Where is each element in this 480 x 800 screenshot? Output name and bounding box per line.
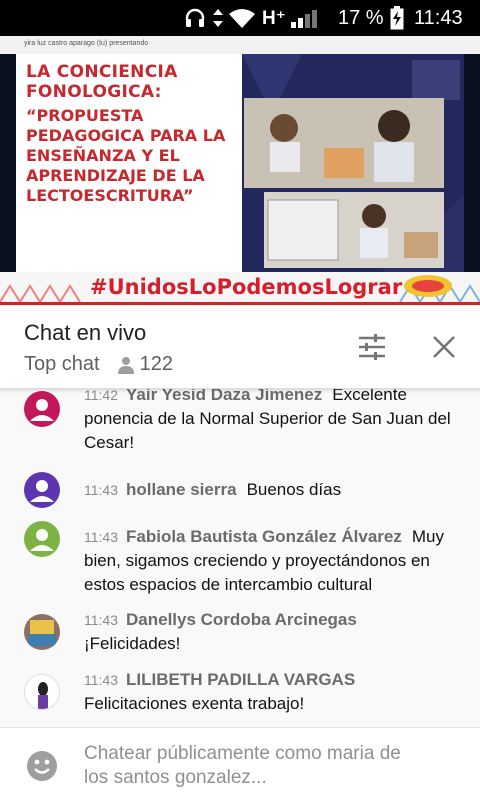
viewer-count: 122: [139, 353, 173, 375]
slide-title: LA CONCIENCIA FONOLOGICA:: [26, 62, 178, 102]
chat-mode-label[interactable]: Top chat: [24, 353, 100, 376]
message-time: 11:43: [84, 612, 118, 628]
headphones-icon: [184, 0, 206, 36]
person-icon: [117, 356, 134, 374]
message-author[interactable]: Yair Yesid Daza Jimenez: [126, 389, 322, 404]
avatar[interactable]: [24, 472, 60, 508]
avatar[interactable]: [24, 674, 60, 710]
message-text: Felicitaciones exenta trabajo!: [84, 694, 305, 713]
chat-message-list[interactable]: 11:42 Yair Yesid Daza Jimenez Excelente po…: [0, 389, 480, 727]
signal-icon: [290, 0, 324, 36]
message-time: 11:43: [84, 529, 118, 545]
chat-message: 11:43 Danellys Cordoba Arcinegas ¡Felicida…: [0, 603, 480, 663]
chat-message: 11:42 Yair Yesid Daza Jimenez Excelente po…: [0, 389, 480, 471]
video-player[interactable]: yira luz castro aparago (tu) presentando…: [0, 36, 480, 302]
message-author[interactable]: Fabiola Bautista González Álvarez: [126, 527, 402, 546]
clock: 11:43: [414, 6, 463, 29]
chat-header: Chat en vivo Top chat 122: [0, 305, 480, 389]
battery-percent: 17 %: [338, 6, 384, 29]
chat-message: 11:43 hollane sierra Buenos días: [0, 471, 480, 519]
chat-message: 11:43 Fabiola Bautista González Álvarez Mu…: [0, 519, 480, 603]
message-time: 11:42: [84, 389, 118, 403]
hashtag-banner: #UnidosLoPodemosLograr: [90, 275, 403, 299]
message-text: ¡Felicidades!: [84, 634, 181, 653]
message-author[interactable]: LILIBETH PADILLA VARGAS: [126, 670, 355, 689]
slide-subtitle: “PROPUESTA PEDAGOGICA PARA LA ENSEÑANZA …: [26, 106, 226, 205]
chat-subheader[interactable]: Top chat 122: [24, 353, 173, 376]
emoji-icon[interactable]: [26, 750, 58, 782]
status-bar: H⁺ 17 % 11:43: [0, 0, 480, 36]
avatar[interactable]: [24, 614, 60, 650]
chat-message: 11:43 LILIBETH PADILLA VARGAS Felicitacion…: [0, 663, 480, 727]
message-text: Buenos días: [246, 480, 342, 499]
tune-icon[interactable]: [352, 327, 392, 367]
chat-title: Chat en vivo: [24, 320, 147, 345]
data-transfer-icon: [212, 0, 224, 36]
avatar[interactable]: [24, 391, 60, 427]
message-time: 11:43: [84, 482, 118, 498]
message-author[interactable]: Danellys Cordoba Arcinegas: [126, 610, 357, 629]
chat-input-field[interactable]: Chatear públicamente como maria de los s…: [84, 742, 424, 790]
wifi-icon: [228, 0, 256, 36]
classroom-photo: [244, 98, 444, 188]
message-author[interactable]: hollane sierra: [126, 480, 237, 499]
chat-input-bar[interactable]: Chatear públicamente como maria de los s…: [0, 727, 480, 800]
avatar[interactable]: [24, 521, 60, 557]
activity-photo: [264, 192, 444, 268]
message-time: 11:43: [84, 672, 118, 688]
close-icon[interactable]: [424, 327, 464, 367]
presenter-note: yira luz castro aparago (tu) presentando: [24, 40, 149, 47]
network-type: H⁺: [262, 7, 286, 29]
battery-charging-icon: [390, 0, 404, 36]
